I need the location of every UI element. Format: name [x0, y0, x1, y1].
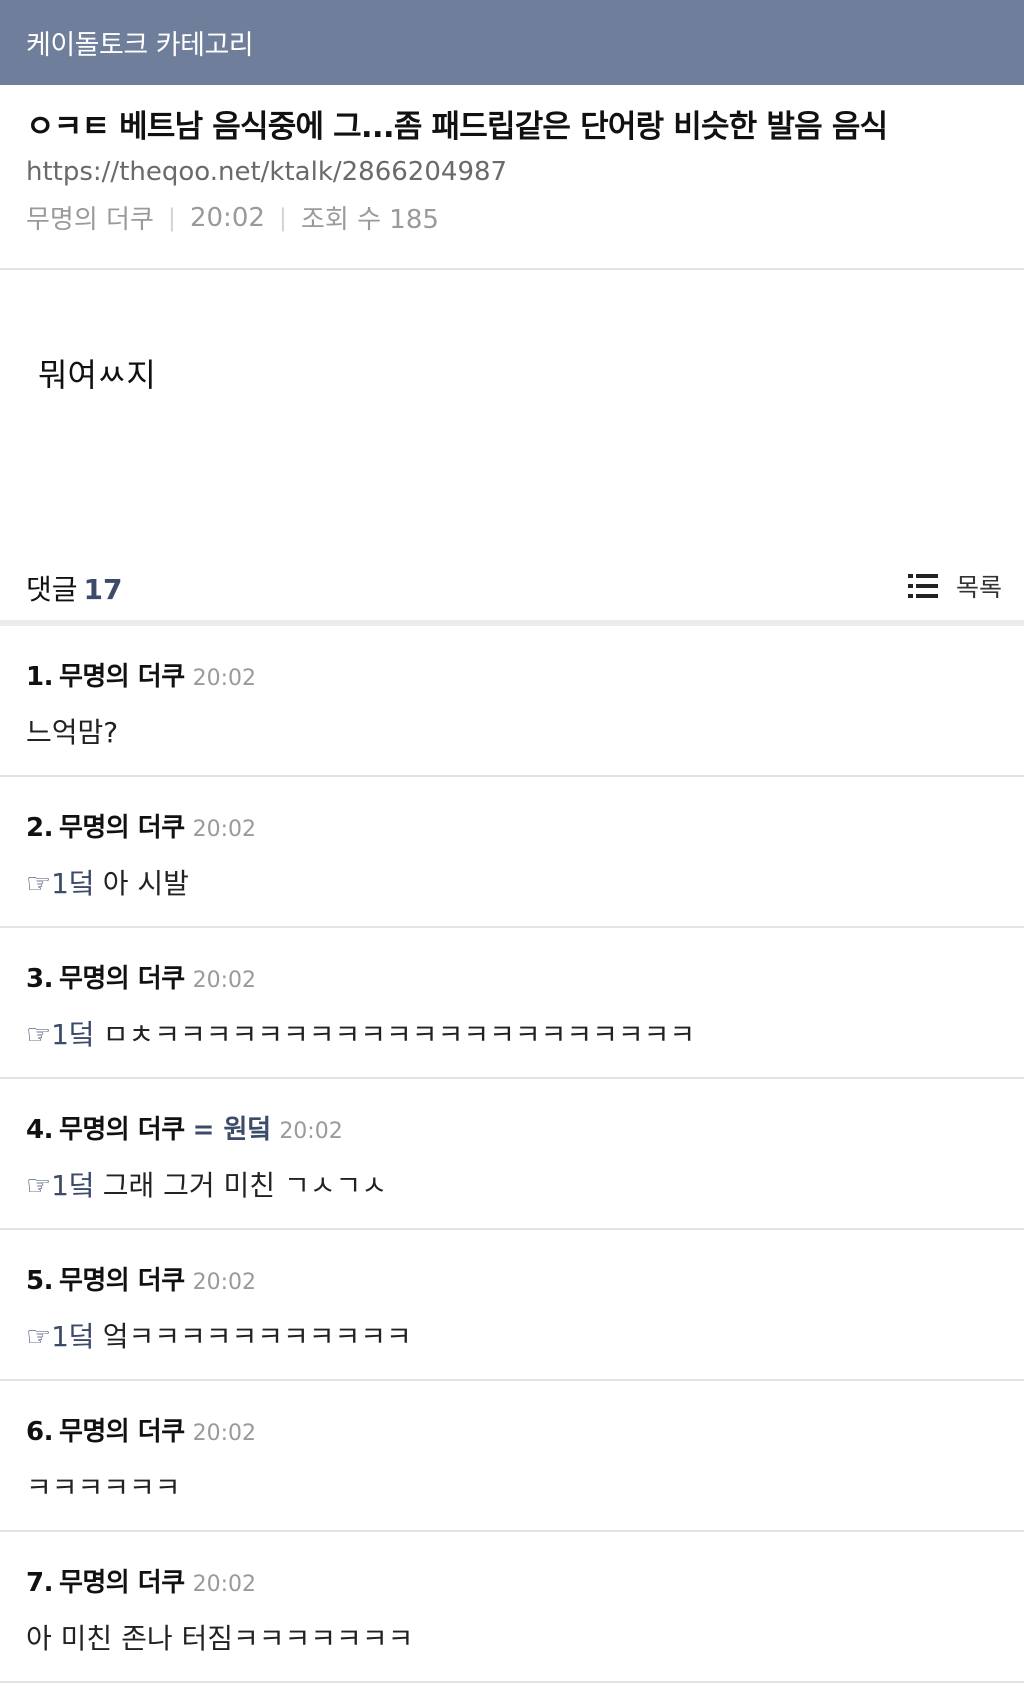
comment-count-label: 댓글 [26, 573, 78, 606]
comment-number: 3. [26, 964, 53, 994]
comment-header: 1. 무명의 더쿠 20:02 [26, 656, 998, 693]
comment-time: 20:02 [192, 1270, 257, 1295]
comment-text: 아 시발 [102, 867, 189, 900]
comment-bar: 댓글 17 목록 [0, 548, 1024, 626]
comment-time: 20:02 [279, 1119, 343, 1144]
reply-target-link[interactable]: ☞1덬 [26, 867, 95, 900]
comment-item[interactable]: 3. 무명의 더쿠 20:02 ☞1덬 ㅁㅊㅋㅋㅋㅋㅋㅋㅋㅋㅋㅋㅋㅋㅋㅋㅋㅋㅋㅋㅋㅋㅋ [0, 928, 1024, 1079]
comment-body: ☞1덬 ㅁㅊㅋㅋㅋㅋㅋㅋㅋㅋㅋㅋㅋㅋㅋㅋㅋㅋㅋㅋㅋㅋㅋ [26, 1013, 998, 1053]
comment-number: 4. [26, 1115, 53, 1145]
post-author: 무명의 더쿠 [26, 205, 154, 236]
comment-header: 5. 무명의 더쿠 20:02 [26, 1260, 998, 1297]
comment-number: 2. [26, 813, 53, 843]
top-category-bar[interactable]: 케이돌토크 카테고리 [0, 0, 1024, 85]
comment-header: 7. 무명의 더쿠 20:02 [26, 1562, 998, 1599]
comment-author: 무명의 더쿠 [58, 813, 185, 843]
post-body-text: 뭐여ㅆ지 [38, 356, 156, 394]
comment-body: ☞1덬 그래 그거 미친 ㄱㅅㄱㅅ [26, 1164, 998, 1204]
reply-target-link[interactable]: ☞1덬 [26, 1018, 95, 1051]
comment-time: 20:02 [192, 1572, 257, 1597]
comment-count-number: 17 [83, 573, 123, 606]
comment-time: 20:02 [192, 817, 257, 842]
comment-text: 그래 그거 미친 ㄱㅅㄱㅅ [102, 1169, 387, 1202]
reply-target-link[interactable]: ☞1덬 [26, 1169, 95, 1202]
list-button[interactable]: 목록 [907, 568, 1002, 604]
comment-time: 20:02 [192, 968, 257, 993]
meta-divider: | [167, 203, 176, 232]
post-header: ㅇㅋㅌ 베트남 음식중에 그...좀 패드립같은 단어랑 비슷한 발음 음식 h… [0, 85, 1024, 270]
comment-count: 댓글 17 [26, 568, 123, 608]
comment-item[interactable]: 4. 무명의 더쿠 = 원덬 20:02 ☞1덬 그래 그거 미친 ㄱㅅㄱㅅ [0, 1079, 1024, 1230]
post-url[interactable]: https://theqoo.net/ktalk/2866204987 [26, 157, 998, 187]
comment-body: ㅋㅋㅋㅋㅋㅋ [26, 1466, 998, 1506]
meta-divider: | [278, 203, 287, 232]
comment-time: 20:02 [192, 1421, 257, 1446]
comment-author: 무명의 더쿠 [58, 1115, 185, 1145]
comment-author: 무명의 더쿠 [58, 1417, 185, 1447]
reply-target-link[interactable]: ☞1덬 [26, 1320, 95, 1353]
comment-item[interactable]: 7. 무명의 더쿠 20:02 아 미친 존나 터짐ㅋㅋㅋㅋㅋㅋㅋ [0, 1532, 1024, 1683]
comment-number: 5. [26, 1266, 53, 1296]
comment-body: 아 미친 존나 터짐ㅋㅋㅋㅋㅋㅋㅋ [26, 1617, 998, 1657]
comment-header: 6. 무명의 더쿠 20:02 [26, 1411, 998, 1448]
comment-header: 4. 무명의 더쿠 = 원덬 20:02 [26, 1109, 998, 1146]
post-time: 20:02 [189, 202, 265, 233]
comment-number: 1. [26, 662, 53, 692]
comment-author: 무명의 더쿠 [58, 1266, 185, 1296]
category-title[interactable]: 케이돌토크 카테고리 [26, 23, 254, 62]
comment-number: 7. [26, 1568, 53, 1598]
comment-body: ☞1덬 아 시발 [26, 862, 998, 902]
post-body: 뭐여ㅆ지 [0, 270, 1024, 548]
comment-list: 1. 무명의 더쿠 20:02 느억맘? 2. 무명의 더쿠 20:02 ☞1덬 아 시발 3. 무… [0, 626, 1024, 1683]
comment-number: 6. [26, 1417, 53, 1447]
comment-author: 무명의 더쿠 [58, 964, 185, 994]
comment-body: ☞1덬 엌ㅋㅋㅋㅋㅋㅋㅋㅋㅋㅋㅋ [26, 1315, 998, 1355]
comment-body: 느억맘? [26, 711, 998, 751]
post-title: ㅇㅋㅌ 베트남 음식중에 그...좀 패드립같은 단어랑 비슷한 발음 음식 [26, 109, 888, 145]
post-views: 조회 수 185 [301, 205, 439, 236]
list-label: 목록 [955, 573, 1002, 602]
comment-time: 20:02 [192, 666, 257, 691]
comment-header: 3. 무명의 더쿠 20:02 [26, 958, 998, 995]
comment-item[interactable]: 1. 무명의 더쿠 20:02 느억맘? [0, 626, 1024, 777]
comment-text: 아 미친 존나 터짐ㅋㅋㅋㅋㅋㅋㅋ [26, 1622, 414, 1655]
comment-author: 무명의 더쿠 [58, 1568, 185, 1598]
comment-text: ㅋㅋㅋㅋㅋㅋ [26, 1471, 181, 1504]
comment-text: ㅁㅊㅋㅋㅋㅋㅋㅋㅋㅋㅋㅋㅋㅋㅋㅋㅋㅋㅋㅋㅋㅋㅋ [102, 1018, 696, 1051]
comment-author: 무명의 더쿠 [58, 662, 185, 692]
author-tag: = 원덬 [192, 1115, 272, 1145]
comment-header: 2. 무명의 더쿠 20:02 [26, 807, 998, 844]
post-meta: 무명의 더쿠 | 20:02 | 조회 수 185 [26, 199, 998, 236]
comment-item[interactable]: 5. 무명의 더쿠 20:02 ☞1덬 엌ㅋㅋㅋㅋㅋㅋㅋㅋㅋㅋㅋ [0, 1230, 1024, 1381]
comment-item[interactable]: 2. 무명의 더쿠 20:02 ☞1덬 아 시발 [0, 777, 1024, 928]
comment-text: 느억맘? [26, 716, 119, 749]
list-icon [907, 574, 938, 598]
comment-text: 엌ㅋㅋㅋㅋㅋㅋㅋㅋㅋㅋㅋ [102, 1320, 412, 1353]
comment-item[interactable]: 6. 무명의 더쿠 20:02 ㅋㅋㅋㅋㅋㅋ [0, 1381, 1024, 1532]
